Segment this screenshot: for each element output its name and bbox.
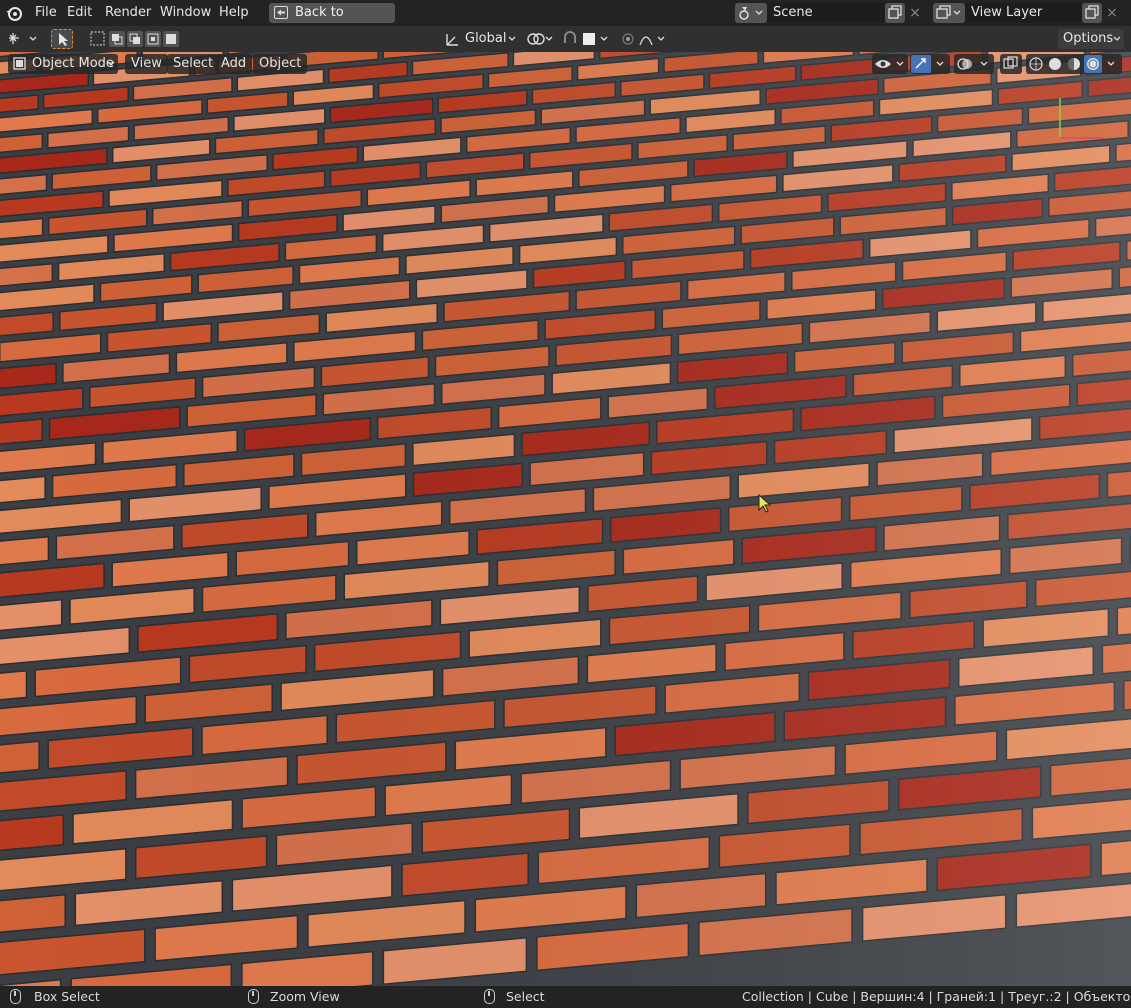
object-mode-dropdown[interactable]: Object Mode [8, 54, 118, 74]
gizmo-dropdown[interactable] [910, 54, 950, 74]
new-view-layer-button[interactable] [1082, 3, 1102, 23]
delete-scene-button[interactable]: × [905, 3, 925, 23]
options-label: Options [1063, 31, 1114, 46]
duplicate-icon [888, 5, 902, 19]
scene-browse-button[interactable] [735, 3, 767, 23]
xray-icon [1003, 56, 1018, 69]
mouse-middle-icon [248, 989, 259, 1004]
3d-viewport[interactable]: Object Mode View Select Add Object [0, 52, 1131, 986]
snapping-controls[interactable] [561, 29, 615, 49]
status-left-action: Box Select [34, 989, 100, 1004]
transform-orientation-dropdown[interactable]: Global [441, 29, 519, 49]
new-scene-button[interactable] [885, 3, 905, 23]
chevron-down-icon [1113, 36, 1121, 41]
delete-view-layer-button[interactable]: × [1102, 3, 1122, 23]
magnet-icon [564, 31, 608, 45]
tool-settings-header: Global Options [0, 26, 1131, 52]
brick-wall-render [0, 52, 1131, 986]
proportional-edit-icon [622, 33, 665, 46]
view-layer-icon [936, 5, 961, 19]
view-layer-browse-button[interactable] [933, 3, 965, 23]
options-dropdown[interactable]: Options [1058, 29, 1124, 49]
menu-window[interactable]: Window [155, 4, 216, 22]
eye-icon [875, 60, 904, 68]
object-mode-icon [13, 57, 26, 70]
viewport-menu-add[interactable]: Add [215, 54, 253, 74]
shading-mode-buttons[interactable] [1026, 54, 1122, 74]
select-tool-button[interactable] [51, 29, 73, 49]
top-menu-bar: File Edit Render Window Help Back to Pre… [0, 0, 1131, 40]
scene-icon [739, 7, 763, 20]
status-right-action: Select [506, 989, 545, 1004]
editor-type-button[interactable] [6, 29, 40, 49]
scene-name-text: Scene [773, 5, 813, 20]
mouse-cursor-icon [758, 494, 772, 513]
pivot-icon [527, 33, 553, 45]
blender-logo-icon[interactable] [5, 4, 23, 22]
overlays-icon [957, 58, 988, 70]
shading-icons [1029, 55, 1115, 73]
chevron-down-icon [508, 36, 516, 41]
pivot-point-dropdown[interactable] [526, 29, 556, 49]
selection-mode-buttons[interactable] [88, 29, 184, 49]
axis-gizmo[interactable] [1040, 86, 1120, 146]
visibility-dropdown[interactable] [872, 54, 908, 74]
duplicate-icon [1085, 5, 1099, 19]
editor-type-icon [9, 33, 37, 44]
status-middle-action: Zoom View [270, 989, 340, 1004]
selection-mode-icons [90, 31, 179, 47]
xray-toggle[interactable] [1000, 54, 1022, 74]
proportional-editing-controls[interactable] [618, 29, 672, 49]
menu-file[interactable]: File [30, 4, 62, 22]
object-mode-label: Object Mode [32, 56, 114, 71]
orientation-label: Global [465, 31, 507, 46]
gizmo-icon [911, 55, 944, 73]
orientation-icon [446, 34, 458, 46]
chevron-down-icon [107, 61, 115, 66]
mouse-right-icon [484, 989, 495, 1004]
menu-render[interactable]: Render [100, 4, 156, 22]
mouse-left-icon [10, 989, 21, 1004]
back-to-previous-button[interactable]: Back to Previous [269, 3, 395, 40]
cursor-arrow-icon [59, 33, 68, 46]
overlays-dropdown[interactable] [954, 54, 994, 74]
view-layer-name-field[interactable]: View Layer [965, 3, 1082, 23]
menu-help[interactable]: Help [214, 4, 254, 22]
viewport-menu-object[interactable]: Object [253, 54, 308, 74]
menu-edit[interactable]: Edit [62, 4, 97, 22]
back-arrow-icon [274, 6, 288, 19]
scene-statistics: Collection | Cube | Вершин:4 | Граней:1 … [742, 989, 1131, 1004]
viewport-menu-select[interactable]: Select [167, 54, 220, 74]
viewport-menu-view[interactable]: View [125, 54, 168, 74]
scene-name-field[interactable]: Scene [767, 3, 885, 23]
view-layer-name-text: View Layer [971, 5, 1043, 20]
status-bar: Box Select Zoom View Select Collection |… [0, 986, 1131, 1008]
